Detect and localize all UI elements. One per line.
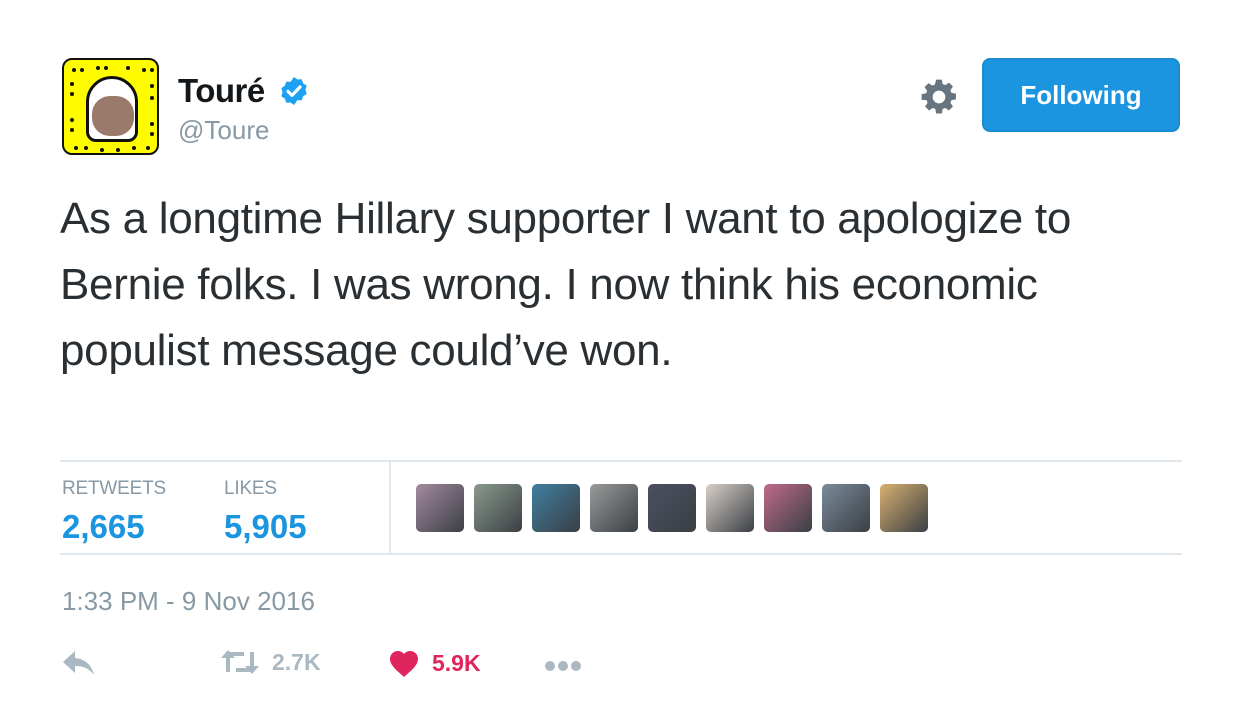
display-name[interactable]: Touré <box>178 72 265 110</box>
liker-avatar-6[interactable] <box>706 484 754 532</box>
liker-avatar-3[interactable] <box>532 484 580 532</box>
user-handle[interactable]: @Toure <box>178 115 269 146</box>
divider <box>60 460 1182 462</box>
retweet-button[interactable]: 2.7K <box>220 648 321 676</box>
liker-avatar-7[interactable] <box>764 484 812 532</box>
retweets-count: 2,665 <box>62 508 145 545</box>
more-button[interactable] <box>544 660 582 672</box>
likes-count: 5,905 <box>224 508 307 545</box>
likers-avatars <box>416 484 928 532</box>
liker-avatar-1[interactable] <box>416 484 464 532</box>
liker-avatar-8[interactable] <box>822 484 870 532</box>
profile-photo <box>92 96 134 136</box>
liker-avatar-4[interactable] <box>590 484 638 532</box>
heart-icon <box>390 651 418 677</box>
likes-stat[interactable]: LIKES 5,905 <box>224 478 307 546</box>
avatar[interactable] <box>62 58 159 155</box>
like-button[interactable]: 5.9K <box>388 648 481 678</box>
retweet-icon <box>221 650 259 674</box>
reply-icon <box>63 651 94 675</box>
reply-button[interactable] <box>62 650 96 676</box>
retweets-stat[interactable]: RETWEETS 2,665 <box>62 478 166 546</box>
stats-divider <box>389 462 391 553</box>
liker-avatar-2[interactable] <box>474 484 522 532</box>
liker-avatar-9[interactable] <box>880 484 928 532</box>
more-icon <box>545 661 581 671</box>
gear-icon[interactable] <box>920 78 958 116</box>
retweets-label: RETWEETS <box>62 478 166 499</box>
divider <box>60 553 1182 555</box>
like-count: 5.9K <box>432 649 481 676</box>
liker-avatar-5[interactable] <box>648 484 696 532</box>
verified-badge-icon <box>281 77 307 105</box>
following-button[interactable]: Following <box>982 58 1180 132</box>
retweet-count: 2.7K <box>272 648 321 675</box>
tweet-text: As a longtime Hillary supporter I want t… <box>60 194 1071 375</box>
likes-label: LIKES <box>224 478 277 499</box>
tweet-timestamp[interactable]: 1:33 PM - 9 Nov 2016 <box>62 586 315 617</box>
